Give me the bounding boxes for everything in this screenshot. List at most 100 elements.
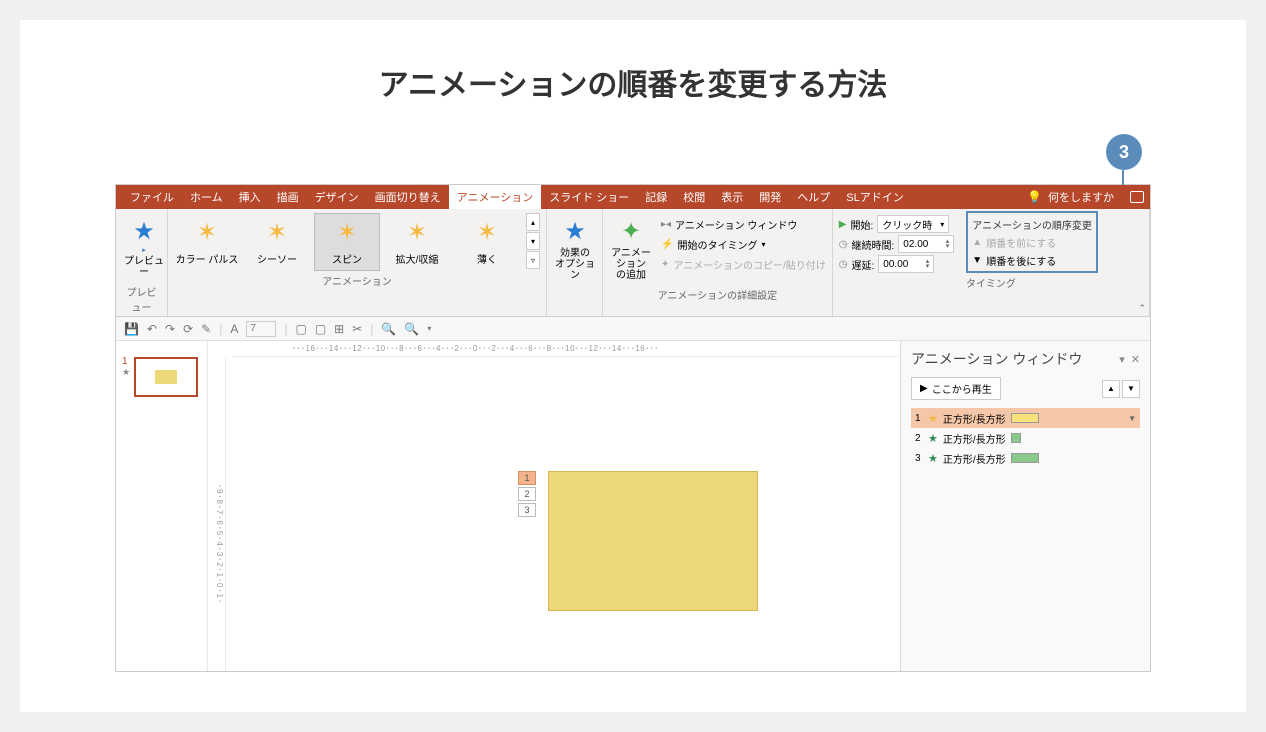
anim-effect-star-icon: ✶ — [407, 218, 427, 247]
tab-view[interactable]: 表示 — [713, 185, 751, 209]
thumbnail-shape — [155, 370, 177, 384]
anim-tag-2[interactable]: 2 — [518, 487, 536, 501]
slide-rectangle-shape[interactable] — [548, 471, 758, 611]
anim-gallery-item-1[interactable]: ✶シーソー — [244, 213, 310, 271]
timeline-bar — [1011, 433, 1021, 443]
add-animation-button[interactable]: ✦ アニメーション の追加 — [609, 213, 653, 285]
powerpoint-window: ファイル ホーム 挿入 描画 デザイン 画面切り替え アニメーション スライド … — [115, 184, 1151, 672]
triangle-down-icon: ▼ — [972, 255, 982, 266]
tab-slideshow[interactable]: スライド ショー — [541, 185, 637, 209]
qat-icon-1[interactable]: ▢ — [295, 322, 306, 336]
tab-help[interactable]: ヘルプ — [789, 185, 838, 209]
workspace: 1 ★ ･･･16･･･14･･･12･･･10･･･8･･･6･･･4･･･2… — [116, 341, 1150, 671]
slide-thumbnail-panel: 1 ★ — [116, 341, 208, 671]
row-star-icon: ★ — [928, 432, 938, 445]
callout-badge: 3 — [1106, 134, 1142, 170]
row-star-icon: ★ — [928, 412, 938, 425]
lightbulb-icon: 💡 — [1027, 190, 1042, 204]
add-animation-star-icon: ✦ — [621, 217, 641, 246]
tab-transitions[interactable]: 画面切り替え — [367, 185, 449, 209]
reorder-animation-group: アニメーションの順序変更 ▲順番を前にする ▼順番を後にする — [966, 211, 1098, 273]
anim-gallery-item-2[interactable]: ✶スピン — [314, 213, 380, 271]
animation-pane-title: アニメーション ウィンドウ — [911, 349, 1082, 369]
gallery-more-button[interactable]: ▿ — [526, 251, 540, 269]
qat-save-icon[interactable]: 💾 — [124, 322, 139, 336]
qat-refresh-icon[interactable]: ⟳ — [183, 322, 193, 336]
slide-thumbnail-1[interactable] — [134, 357, 198, 397]
timeline-bar — [1011, 453, 1039, 463]
clock-icon: ◷ — [839, 239, 848, 250]
anim-pane-row-0[interactable]: 1★正方形/長方形▼ — [911, 408, 1140, 428]
effect-options-button[interactable]: ★ 効果の オプション — [553, 213, 597, 285]
trigger-button[interactable]: ⚡開始のタイミング ▾ — [661, 235, 826, 253]
delay-row: ◷ 遅延: 00.00▴▾ — [839, 255, 955, 273]
tab-sladdin[interactable]: SLアドイン — [838, 185, 911, 209]
anim-effect-star-icon: ✶ — [337, 218, 357, 247]
page-title: アニメーションの順番を変更する方法 — [20, 60, 1246, 104]
tab-home[interactable]: ホーム — [182, 185, 231, 209]
tab-review[interactable]: 校閲 — [675, 185, 713, 209]
anim-tag-3[interactable]: 3 — [518, 503, 536, 517]
gallery-up-button[interactable]: ▴ — [526, 213, 540, 231]
timeline-bar — [1011, 413, 1039, 423]
play-triangle-icon: ▶ — [920, 383, 928, 394]
qat-font-button[interactable]: A — [230, 322, 238, 336]
tab-file[interactable]: ファイル — [122, 185, 182, 209]
tab-draw[interactable]: 描画 — [269, 185, 307, 209]
triangle-up-icon: ▲ — [972, 237, 982, 248]
tab-insert[interactable]: 挿入 — [231, 185, 269, 209]
reorder-title: アニメーションの順序変更 — [972, 215, 1092, 233]
row-menu-caret-icon[interactable]: ▼ — [1128, 414, 1136, 423]
slide-canvas: ･･･16･･･14･･･12･･･10･･･8･･･6･･･4･･･2･･･0… — [208, 341, 900, 671]
anim-pane-row-2[interactable]: 3★正方形/長方形 — [911, 448, 1140, 468]
anim-effect-star-icon: ✶ — [477, 218, 497, 247]
qat-icon-3[interactable]: ⊞ — [334, 322, 344, 336]
thumbnail-number: 1 — [122, 357, 130, 367]
qat-brush-icon[interactable]: ✎ — [201, 322, 211, 336]
animation-pane-button[interactable]: ▸◂アニメーション ウィンドウ — [661, 215, 826, 233]
callout-connector — [1122, 170, 1124, 185]
pane-move-down-button[interactable]: ▼ — [1122, 380, 1140, 398]
comments-icon[interactable] — [1130, 191, 1144, 203]
qat-icon-2[interactable]: ▢ — [315, 322, 326, 336]
thumbnail-animation-icon: ★ — [122, 367, 130, 378]
qat-icon-4[interactable]: ✂ — [352, 322, 362, 336]
qat-zoom-in-icon[interactable]: 🔍 — [381, 322, 396, 336]
ribbon-collapse-icon[interactable]: ⌃ — [1138, 303, 1146, 314]
anim-pane-row-1[interactable]: 2★正方形/長方形 — [911, 428, 1140, 448]
start-dropdown[interactable]: クリック時▾ — [877, 215, 949, 233]
qat-zoom-out-icon[interactable]: 🔍 — [404, 322, 419, 336]
pane-dropdown-icon[interactable]: ▾ — [1119, 353, 1125, 366]
move-later-button[interactable]: ▼順番を後にする — [972, 251, 1092, 269]
anim-tag-1[interactable]: 1 — [518, 471, 536, 485]
qat-font-size-input[interactable]: 7 — [246, 321, 276, 337]
ribbon-tabs: ファイル ホーム 挿入 描画 デザイン 画面切り替え アニメーション スライド … — [116, 185, 1150, 209]
tab-animations[interactable]: アニメーション — [449, 185, 542, 209]
row-star-icon: ★ — [928, 452, 938, 465]
group-label-timing: タイミング — [839, 275, 1143, 290]
anim-effect-star-icon: ✶ — [197, 218, 217, 247]
start-row: ▶ 開始: クリック時▾ — [839, 215, 955, 233]
tab-design[interactable]: デザイン — [307, 185, 367, 209]
duration-input[interactable]: 02.00▴▾ — [898, 235, 954, 253]
pane-move-up-button[interactable]: ▲ — [1102, 380, 1120, 398]
tell-me-search[interactable]: 何をしますか — [1048, 189, 1114, 205]
animation-painter-button: ✦アニメーションのコピー/貼り付け — [661, 255, 826, 273]
preview-button[interactable]: ★ ▸ プレビュー — [122, 213, 166, 282]
qat-undo-icon[interactable]: ↶ — [147, 322, 157, 336]
anim-gallery-item-0[interactable]: ✶カラー パルス — [174, 213, 240, 271]
pane-close-icon[interactable]: ✕ — [1131, 353, 1140, 366]
gallery-down-button[interactable]: ▾ — [526, 232, 540, 250]
group-label-animation: アニメーション — [174, 273, 540, 288]
tab-developer[interactable]: 開発 — [751, 185, 789, 209]
anim-gallery-item-4[interactable]: ✶薄く — [454, 213, 520, 271]
delay-input[interactable]: 00.00▴▾ — [878, 255, 934, 273]
animation-pane: アニメーション ウィンドウ ▾ ✕ ▶ここから再生 ▲ ▼ 1★正方形/長方形▼… — [900, 341, 1150, 671]
quick-access-toolbar: 💾 ↶ ↷ ⟳ ✎ | A 7 | ▢ ▢ ⊞ ✂ | 🔍 🔍 ▾ — [116, 317, 1150, 341]
play-icon: ▶ — [839, 219, 847, 230]
play-from-here-button[interactable]: ▶ここから再生 — [911, 377, 1001, 400]
delay-clock-icon: ◷ — [839, 259, 848, 270]
qat-redo-icon[interactable]: ↷ — [165, 322, 175, 336]
tab-record[interactable]: 記録 — [637, 185, 675, 209]
anim-gallery-item-3[interactable]: ✶拡大/収縮 — [384, 213, 450, 271]
